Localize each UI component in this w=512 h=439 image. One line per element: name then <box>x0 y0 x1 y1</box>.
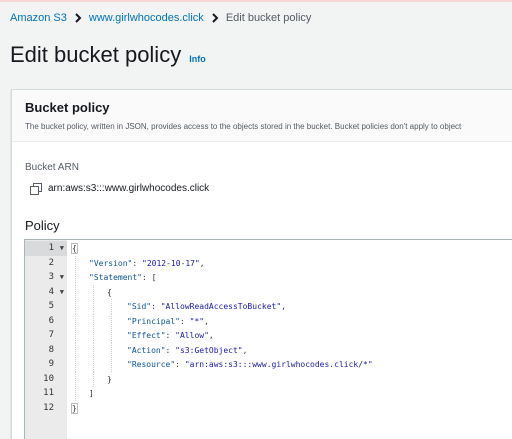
line-number-text: 10 <box>43 373 54 384</box>
code-line[interactable]: 9 "Resource": "arn:aws:s3:::www.girlwhoco… <box>49 357 512 372</box>
code-text: "Action": "s3:GetObject", <box>127 345 248 355</box>
line-number-text: 4 <box>48 286 54 297</box>
line-number: 11 <box>25 386 67 401</box>
indent-guide <box>75 357 76 372</box>
line-number-text: 2 <box>48 257 54 268</box>
line-number-text: 11 <box>43 388 54 398</box>
code-text: } <box>107 374 112 384</box>
indent-guide <box>75 342 76 358</box>
bucket-arn-label: Bucket ARN <box>25 162 79 173</box>
chevron-right-icon <box>67 11 89 25</box>
line-number: 6 <box>25 314 67 329</box>
line-number: 1 ▼ <box>25 241 67 256</box>
code-line[interactable]: 11] <box>43 386 512 401</box>
breadcrumb-amazon-s3[interactable]: Amazon S3 <box>10 12 67 24</box>
indent-guide <box>93 342 94 358</box>
indent-guide <box>111 313 112 329</box>
line-number-text: 6 <box>48 315 54 326</box>
code-text: { <box>107 287 112 297</box>
editor-code-area[interactable]: 1 ▼{2 "Version": "2012-10-17", 3 ▼ "Statement… <box>25 240 512 439</box>
code-line[interactable]: 5 "Sid": "AllowReadAccessToBucket", <box>49 299 512 314</box>
line-number: 10 <box>25 372 67 387</box>
page-title: Edit bucket policy <box>10 42 182 67</box>
breadcrumb-bucket[interactable]: www.girlwhocodes.click <box>89 12 204 24</box>
code-text: { <box>71 243 78 254</box>
indent-guide <box>75 255 76 271</box>
code-text: "Statement": [ <box>89 273 157 282</box>
code-text: ] <box>89 389 94 398</box>
indent-guide <box>111 342 112 358</box>
code-line[interactable]: 7 "Effect": "Allow", <box>49 328 512 343</box>
indent-guide <box>93 313 94 329</box>
panel-title: Bucket policy <box>25 100 110 115</box>
line-number: 2 <box>25 256 67 271</box>
code-line[interactable]: 6 "Principal": "*", <box>49 313 512 329</box>
line-number: 9 <box>25 357 67 372</box>
line-number: 12 <box>25 401 67 416</box>
indent-guide <box>93 328 94 343</box>
indent-guide <box>111 357 112 372</box>
fold-arrow-icon[interactable]: ▼ <box>60 270 64 285</box>
indent-guide <box>75 328 76 343</box>
code-text: "Principal": "*", <box>127 316 209 326</box>
line-number: 7 <box>25 328 67 343</box>
code-line[interactable]: 2 "Version": "2012-10-17", <box>49 255 512 271</box>
code-line[interactable]: 1 ▼{ <box>25 241 512 256</box>
line-number-text: 5 <box>48 301 54 311</box>
fold-arrow-icon[interactable]: ▼ <box>60 241 64 256</box>
bucket-policy-panel: Bucket policy The bucket policy, written… <box>11 89 512 439</box>
breadcrumb: Amazon S3 www.girlwhocodes.click Edit bu… <box>10 11 311 25</box>
top-accent-line <box>0 0 512 2</box>
copy-icon[interactable] <box>30 182 43 195</box>
line-number-text: 3 <box>48 272 54 282</box>
indent-guide <box>93 357 94 372</box>
indent-guide <box>75 313 76 329</box>
indent-guide <box>75 371 76 387</box>
line-number: 8 <box>25 343 67 358</box>
line-number-text: 7 <box>48 330 54 340</box>
line-number-text: 12 <box>43 402 54 413</box>
line-number-text: 8 <box>48 344 54 355</box>
code-line[interactable]: 8 "Action": "s3:GetObject", <box>49 342 512 358</box>
breadcrumb-current: Edit bucket policy <box>225 12 312 24</box>
line-number-text: 1 <box>48 243 54 253</box>
indent-guide <box>93 371 94 387</box>
code-text: "Sid": "AllowReadAccessToBucket", <box>127 302 286 311</box>
code-text: } <box>71 402 78 414</box>
indent-guide <box>75 386 76 401</box>
line-number: 4 ▼ <box>25 285 67 300</box>
bucket-arn-row: arn:aws:s3:::www.girlwhocodes.click <box>30 182 209 195</box>
policy-editor[interactable]: 1 ▼{2 "Version": "2012-10-17", 3 ▼ "Statement… <box>24 239 512 439</box>
indent-guide <box>93 284 94 300</box>
indent-guide <box>75 284 76 300</box>
code-text: "Version": "2012-10-17", <box>89 258 205 268</box>
bucket-arn-value: arn:aws:s3:::www.girlwhocodes.click <box>48 183 210 194</box>
page-header: Edit bucket policy Info <box>10 42 206 68</box>
code-line[interactable]: 12} <box>43 401 512 416</box>
info-link[interactable]: Info <box>189 54 206 64</box>
line-number: 3 ▼ <box>25 270 67 285</box>
line-number-text: 9 <box>48 359 54 369</box>
indent-guide <box>75 270 76 285</box>
code-text: "Effect": "Allow", <box>127 331 214 340</box>
indent-guide <box>93 299 94 314</box>
code-line[interactable]: 4 ▼ { <box>49 284 512 300</box>
policy-label: Policy <box>25 218 60 233</box>
line-number: 5 <box>25 299 67 314</box>
panel-description: The bucket policy, written in JSON, prov… <box>25 122 462 131</box>
code-text: "Resource": "arn:aws:s3:::www.girlwhocod… <box>127 360 373 369</box>
fold-arrow-icon[interactable]: ▼ <box>60 285 64 300</box>
panel-header: Bucket policy The bucket policy, written… <box>12 90 512 142</box>
indent-guide <box>75 299 76 314</box>
indent-guide <box>111 299 112 314</box>
indent-guide <box>111 328 112 343</box>
code-line[interactable]: 3 ▼ "Statement": [ <box>49 270 512 285</box>
chevron-right-icon <box>204 11 226 25</box>
code-line[interactable]: 10} <box>43 371 512 387</box>
